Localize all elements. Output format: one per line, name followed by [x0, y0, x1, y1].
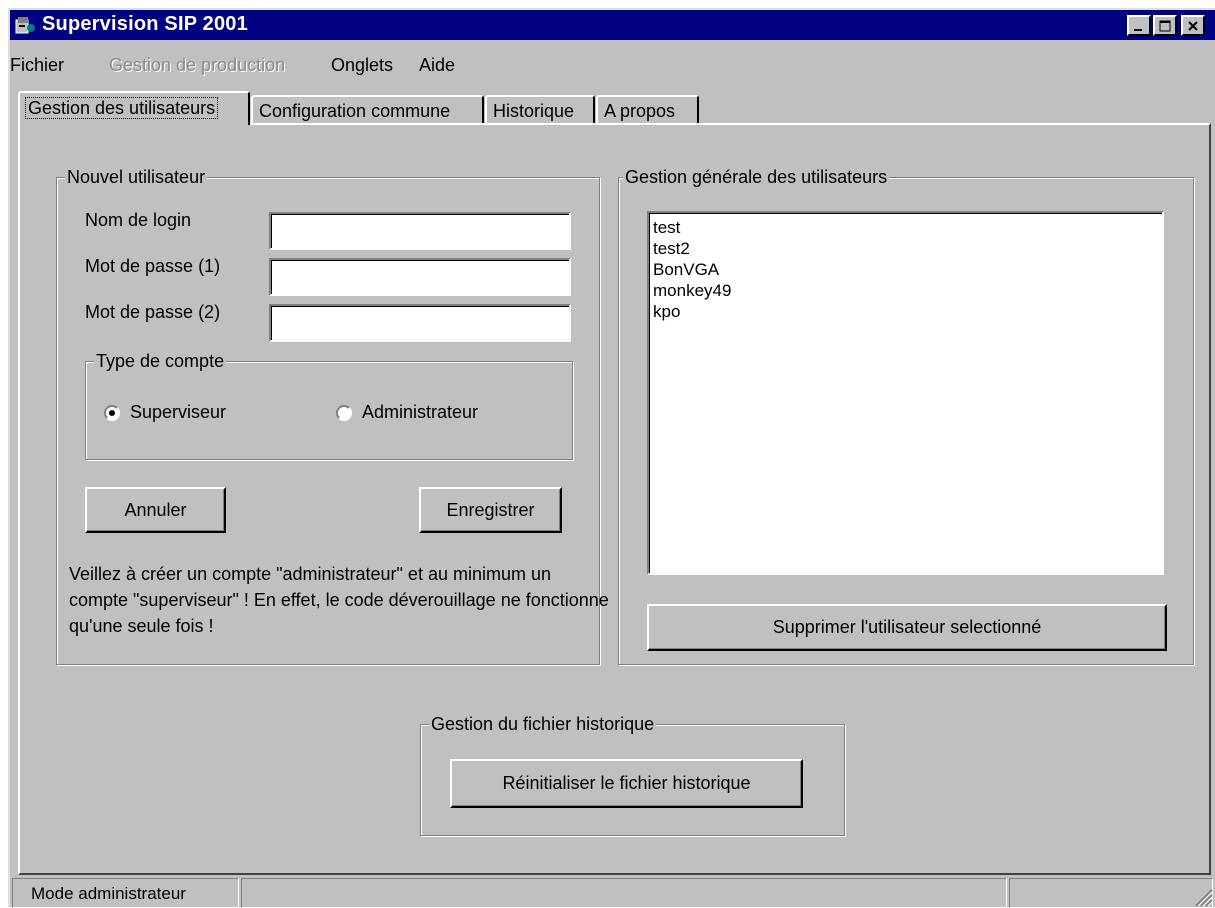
minimize-button[interactable]	[1127, 15, 1151, 36]
title-bar[interactable]: Supervision SIP 2001	[10, 10, 1215, 40]
tab-historique[interactable]: Historique	[485, 95, 595, 123]
new-user-legend: Nouvel utilisateur	[65, 167, 208, 187]
tab-label: Configuration commune	[259, 101, 451, 121]
new-user-group: Nouvel utilisateur Nom de login Mot de p…	[56, 167, 609, 665]
users-listbox[interactable]: test test2 BonVGA monkey49 kpo	[647, 211, 1164, 575]
radio-circle-checked[interactable]	[104, 404, 120, 421]
tab-gestion-des-utilisateurs[interactable]: Gestion des utilisateurs	[18, 91, 250, 125]
password1-label: Mot de passe (1)	[85, 256, 221, 276]
menu-aide[interactable]: Aide	[419, 55, 455, 76]
tab-label: Gestion des utilisateurs	[24, 97, 219, 119]
maximize-icon	[1159, 20, 1171, 31]
radio-superviseur[interactable]: Superviseur	[104, 402, 226, 423]
tab-label: A propos	[604, 101, 676, 121]
password2-field[interactable]	[269, 304, 571, 342]
menu-gestion-de-production: Gestion de production	[109, 55, 286, 75]
status-mode: Mode administrateur	[12, 878, 239, 908]
password2-label: Mot de passe (2)	[85, 302, 221, 322]
account-type-group: Type de compte Superviseur Administrateu…	[85, 351, 573, 460]
radio-superviseur-label: Superviseur	[130, 402, 227, 422]
info-note: Veillez à créer un compte "administrateu…	[69, 564, 609, 636]
tab-strip: Gestion des utilisateurs Configuration c…	[10, 91, 1215, 125]
application-window: Supervision SIP 2001 Fichier Gestion de …	[8, 8, 1215, 908]
tab-a-propos[interactable]: A propos	[596, 95, 699, 123]
radio-administrateur-label: Administrateur	[362, 402, 479, 422]
account-type-legend: Type de compte	[94, 351, 227, 371]
close-icon	[1188, 20, 1198, 31]
resize-grip-icon[interactable]	[1191, 885, 1213, 907]
save-button[interactable]: Enregistrer	[419, 487, 562, 533]
user-management-legend: Gestion générale des utilisateurs	[623, 167, 890, 187]
radio-administrateur[interactable]: Administrateur	[336, 402, 478, 423]
delete-user-button[interactable]: Supprimer l'utilisateur selectionné	[647, 604, 1167, 651]
status-cell-3	[1009, 878, 1213, 908]
status-bar: Mode administrateur	[10, 876, 1215, 908]
login-label: Nom de login	[85, 210, 192, 230]
list-item[interactable]: test	[653, 217, 1158, 238]
app-icon[interactable]	[14, 14, 36, 36]
list-item[interactable]: monkey49	[653, 280, 1158, 301]
menu-bar: Fichier Gestion de production Onglets Ai…	[10, 42, 1215, 75]
close-button[interactable]	[1181, 15, 1205, 36]
list-item[interactable]: kpo	[653, 301, 1158, 322]
minimize-icon	[1134, 28, 1142, 31]
menu-onglets[interactable]: Onglets	[331, 55, 393, 76]
tab-label: Historique	[493, 101, 575, 121]
reset-history-button[interactable]: Réinitialiser le fichier historique	[450, 759, 803, 808]
password1-field[interactable]	[269, 258, 571, 296]
list-item[interactable]: BonVGA	[653, 259, 1158, 280]
login-field[interactable]	[269, 212, 571, 250]
menu-fichier[interactable]: Fichier	[10, 55, 64, 76]
history-group: Gestion du fichier historique Réinitiali…	[420, 714, 845, 836]
tab-configuration-commune[interactable]: Configuration commune	[251, 95, 484, 123]
list-item[interactable]: test2	[653, 238, 1158, 259]
cancel-button[interactable]: Annuler	[85, 487, 226, 533]
history-legend: Gestion du fichier historique	[429, 714, 657, 734]
radio-circle[interactable]	[336, 404, 352, 421]
user-management-group: Gestion générale des utilisateurs test t…	[618, 167, 1194, 665]
status-cell-2	[241, 878, 1007, 908]
radio-dot	[109, 409, 115, 416]
tab-panel: Nouvel utilisateur Nom de login Mot de p…	[18, 123, 1211, 875]
window-title: Supervision SIP 2001	[42, 13, 248, 35]
maximize-button[interactable]	[1153, 15, 1177, 36]
